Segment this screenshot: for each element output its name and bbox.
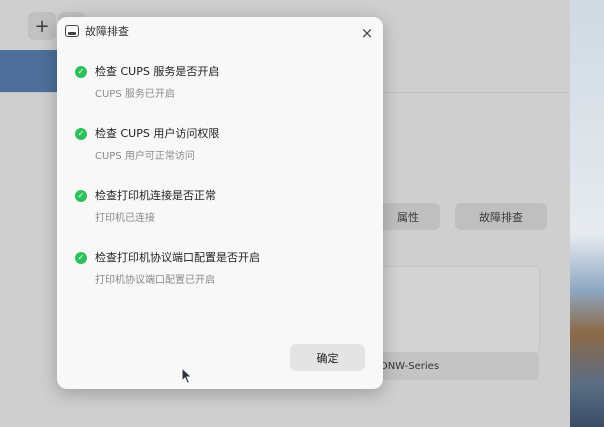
check-circle-icon: ✓: [75, 66, 87, 78]
selected-printer-row[interactable]: [0, 50, 60, 92]
printer-model-label: DNW-Series: [380, 361, 440, 372]
properties-button[interactable]: 属性: [376, 203, 440, 230]
troubleshoot-dialog: 故障排查 × ✓ 检查 CUPS 服务是否开启 CUPS 服务已开启 ✓ 检查 …: [57, 17, 383, 389]
check-title: 检查 CUPS 用户访问权限: [95, 127, 220, 140]
plus-icon: +: [34, 15, 50, 37]
check-status: CUPS 用户可正常访问: [95, 151, 195, 162]
dialog-title: 故障排查: [85, 25, 129, 38]
add-printer-button[interactable]: +: [28, 12, 56, 40]
printer-model-field: DNW-Series: [376, 353, 539, 380]
check-title: 检查 CUPS 服务是否开启: [95, 65, 220, 78]
ok-button[interactable]: 确定: [290, 344, 365, 371]
troubleshoot-button[interactable]: 故障排查: [455, 203, 547, 230]
check-title: 检查打印机协议端口配置是否开启: [95, 251, 260, 264]
check-circle-icon: ✓: [75, 190, 87, 202]
desktop-wallpaper: [570, 0, 604, 427]
close-icon[interactable]: ×: [357, 23, 377, 43]
check-title: 检查打印机连接是否正常: [95, 189, 216, 202]
check-status: 打印机协议端口配置已开启: [95, 275, 215, 286]
check-status: 打印机已连接: [95, 213, 155, 224]
properties-button-label: 属性: [397, 210, 419, 224]
ok-button-label: 确定: [316, 351, 339, 365]
check-circle-icon: ✓: [75, 128, 87, 140]
printer-details-panel: [376, 266, 540, 353]
check-circle-icon: ✓: [75, 252, 87, 264]
check-status: CUPS 服务已开启: [95, 89, 175, 100]
printer-app-icon: [65, 25, 79, 37]
troubleshoot-button-label: 故障排查: [479, 210, 523, 224]
